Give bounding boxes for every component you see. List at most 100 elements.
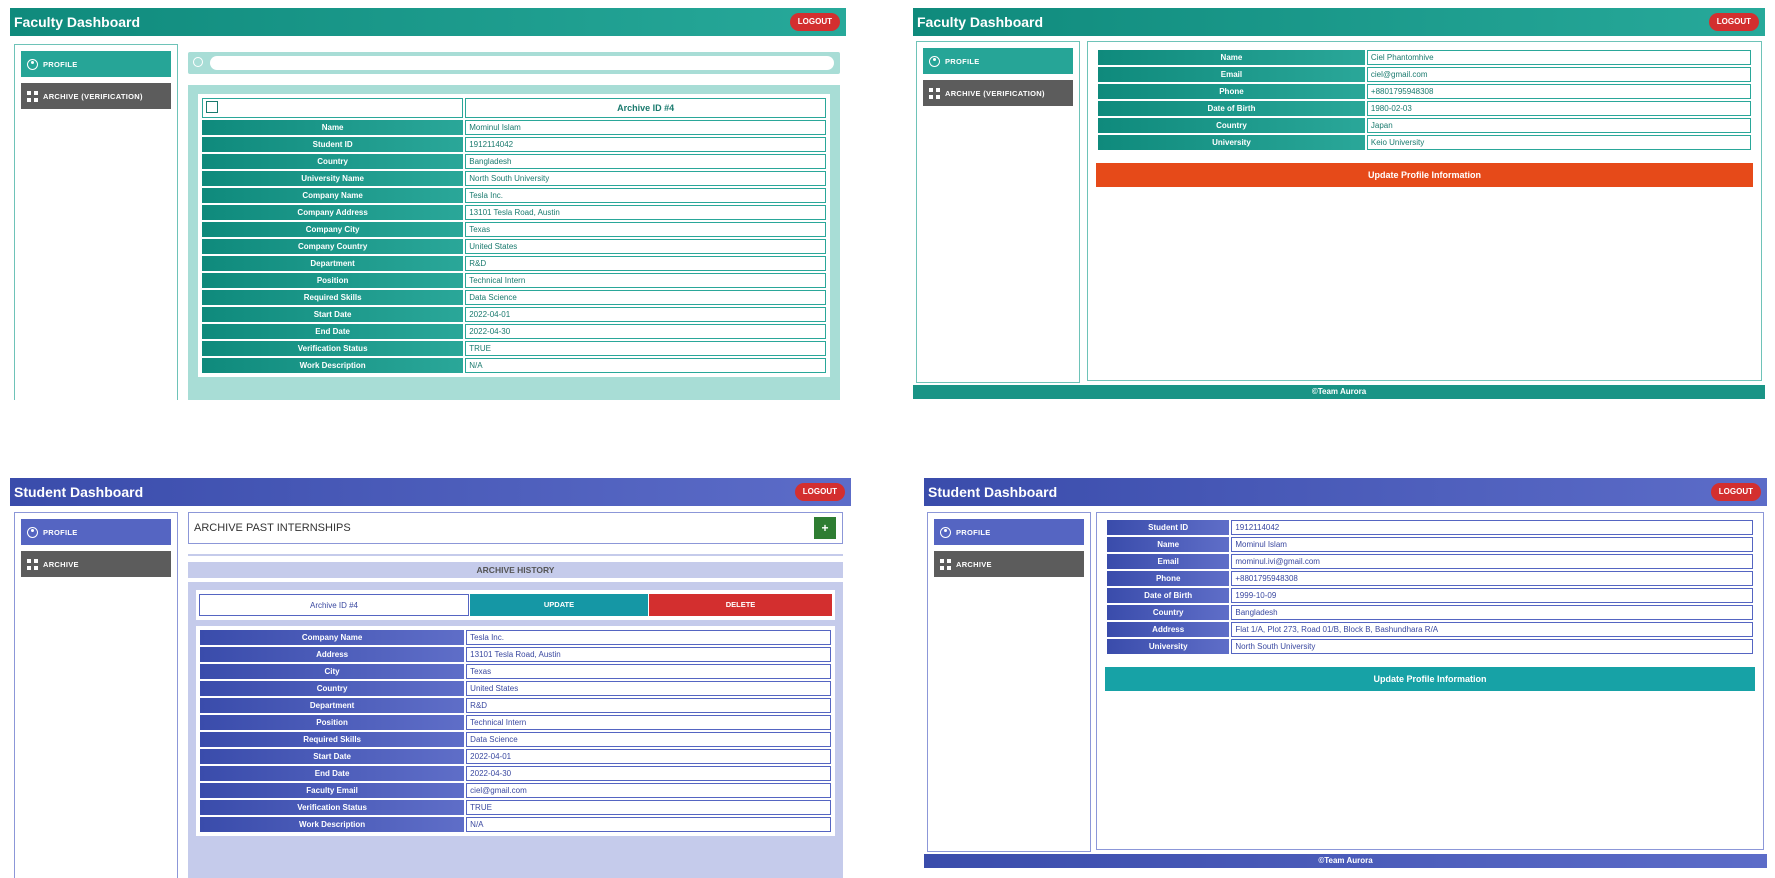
archive-card: Archive ID #4 Name Mominul Islam Student I… — [188, 85, 840, 400]
field-label: University — [1098, 135, 1365, 150]
field-label: Company Country — [202, 239, 464, 254]
sidebar-item-profile[interactable]: PROFILE — [934, 519, 1084, 545]
main-content: Archive ID #4 Name Mominul Islam Student I… — [182, 44, 842, 400]
sidebar-item-archive[interactable]: ARCHIVE (VERIFICATION) — [21, 83, 171, 109]
archive-card: Archive ID #4 UPDATE DELETE Company Name… — [188, 582, 843, 878]
field-value: Data Science — [465, 290, 826, 305]
table-row: Address 13101 Tesla Road, Austin — [200, 647, 831, 662]
field-value: 2022-04-01 — [465, 307, 826, 322]
sidebar-item-label: ARCHIVE (VERIFICATION) — [945, 88, 1045, 98]
archive-card-header: Archive ID #4 UPDATE DELETE — [196, 590, 835, 620]
field-value: Texas — [465, 222, 826, 237]
field-value: 2022-04-30 — [465, 324, 826, 339]
archive-table: Archive ID #4 Name Mominul Islam Student I… — [200, 96, 828, 375]
field-value: ciel@gmail.com — [466, 783, 831, 798]
archive-table-wrap: Archive ID #4 Name Mominul Islam Student I… — [198, 94, 830, 377]
section-title: ARCHIVE PAST INTERNSHIPS — [194, 522, 351, 534]
field-label: Address — [200, 647, 465, 662]
table-row: Start Date 2022-04-01 — [200, 749, 831, 764]
field-label: Required Skills — [202, 290, 464, 305]
table-row: Company Name Tesla Inc. — [202, 188, 826, 203]
add-archive-button[interactable]: + — [814, 517, 836, 539]
field-value: TRUE — [465, 341, 826, 356]
field-value: 1980-02-03 — [1366, 101, 1751, 116]
field-label: Address — [1107, 622, 1230, 637]
field-label: Start Date — [200, 749, 465, 764]
table-row: Country Japan — [1098, 118, 1751, 133]
sidebar-item-label: PROFILE — [945, 56, 980, 66]
sidebar-item-label: ARCHIVE — [956, 559, 992, 569]
grid-icon — [940, 558, 951, 570]
logout-button[interactable]: LOGOUT — [794, 483, 845, 501]
delete-button[interactable]: DELETE — [649, 594, 832, 616]
logout-button[interactable]: LOGOUT — [1710, 483, 1761, 501]
profile-table: Student ID 1912114042 Name Mominul Islam Ema… — [1105, 518, 1755, 656]
search-input[interactable] — [210, 56, 834, 70]
grid-icon — [27, 558, 38, 570]
table-row: Name Ciel Phantomhive — [1098, 50, 1751, 65]
table-row: Department R&D — [200, 698, 831, 713]
sidebar-item-archive[interactable]: ARCHIVE — [934, 551, 1084, 577]
table-row: Required Skills Data Science — [202, 290, 826, 305]
field-label: Department — [202, 256, 464, 271]
field-value: 2022-04-30 — [466, 766, 831, 781]
table-row: City Texas — [200, 664, 831, 679]
sidebar-item-profile[interactable]: PROFILE — [21, 519, 171, 545]
app-header: Faculty Dashboard LOGOUT — [10, 8, 846, 36]
field-value: United States — [466, 681, 831, 696]
field-value: Data Science — [466, 732, 831, 747]
field-value: Ciel Phantomhive — [1366, 50, 1751, 65]
history-title: ARCHIVE HISTORY — [188, 562, 843, 578]
table-row: Work Description N/A — [202, 358, 826, 373]
field-label: Date of Birth — [1107, 588, 1230, 603]
table-row: Position Technical Intern — [202, 273, 826, 288]
field-value: Technical Intern — [465, 273, 826, 288]
student-profile-screen: Student Dashboard LOGOUT PROFILE ARCHIVE… — [924, 478, 1767, 878]
update-profile-button[interactable]: Update Profile Information — [1105, 667, 1755, 691]
field-value: Bangladesh — [465, 154, 826, 169]
field-label: Position — [200, 715, 465, 730]
table-row: Required Skills Data Science — [200, 732, 831, 747]
field-label: End Date — [200, 766, 465, 781]
sidebar-item-label: ARCHIVE — [43, 559, 79, 569]
sidebar: PROFILE ARCHIVE (VERIFICATION) — [14, 44, 178, 400]
field-label: Email — [1098, 67, 1365, 82]
field-label: University — [1107, 639, 1230, 654]
logout-button[interactable]: LOGOUT — [1708, 13, 1759, 31]
grid-icon — [27, 90, 38, 102]
field-value: +8801795948308 — [1366, 84, 1751, 99]
field-label: Name — [1107, 537, 1230, 552]
field-label: Student ID — [1107, 520, 1230, 535]
field-label: Work Description — [200, 817, 465, 832]
sidebar-item-profile[interactable]: PROFILE — [21, 51, 171, 77]
field-value: Bangladesh — [1231, 605, 1753, 620]
sidebar-item-profile[interactable]: PROFILE — [923, 48, 1073, 74]
table-row: Email ciel@gmail.com — [1098, 67, 1751, 82]
field-label: Country — [202, 154, 464, 169]
table-row: Phone +8801795948308 — [1107, 571, 1753, 586]
table-row: Phone +8801795948308 — [1098, 84, 1751, 99]
table-row: Address Flat 1/A, Plot 273, Road 01/B, Bl… — [1107, 622, 1753, 637]
search-icon — [193, 57, 203, 67]
logout-button[interactable]: LOGOUT — [789, 13, 840, 31]
table-row: Student ID 1912114042 — [1107, 520, 1753, 535]
sidebar-item-archive[interactable]: ARCHIVE (VERIFICATION) — [923, 80, 1073, 106]
sidebar: PROFILE ARCHIVE (VERIFICATION) — [916, 41, 1080, 383]
table-row: Date of Birth 1980-02-03 — [1098, 101, 1751, 116]
field-label: Phone — [1098, 84, 1365, 99]
field-label: Position — [202, 273, 464, 288]
field-value: North South University — [1231, 639, 1753, 654]
page-title: Student Dashboard — [14, 484, 144, 500]
bookmark-icon[interactable] — [206, 101, 218, 113]
update-profile-button[interactable]: Update Profile Information — [1096, 163, 1753, 187]
table-row: Email mominul.ivi@gmail.com — [1107, 554, 1753, 569]
field-value: 13101 Tesla Road, Austin — [466, 647, 831, 662]
page-title: Faculty Dashboard — [917, 14, 1044, 30]
field-label: Company City — [202, 222, 464, 237]
sidebar-item-archive[interactable]: ARCHIVE — [21, 551, 171, 577]
field-value: ciel@gmail.com — [1366, 67, 1751, 82]
table-row: University North South University — [1107, 639, 1753, 654]
table-row: Position Technical Intern — [200, 715, 831, 730]
field-label: Country — [1107, 605, 1230, 620]
update-button[interactable]: UPDATE — [470, 594, 648, 616]
